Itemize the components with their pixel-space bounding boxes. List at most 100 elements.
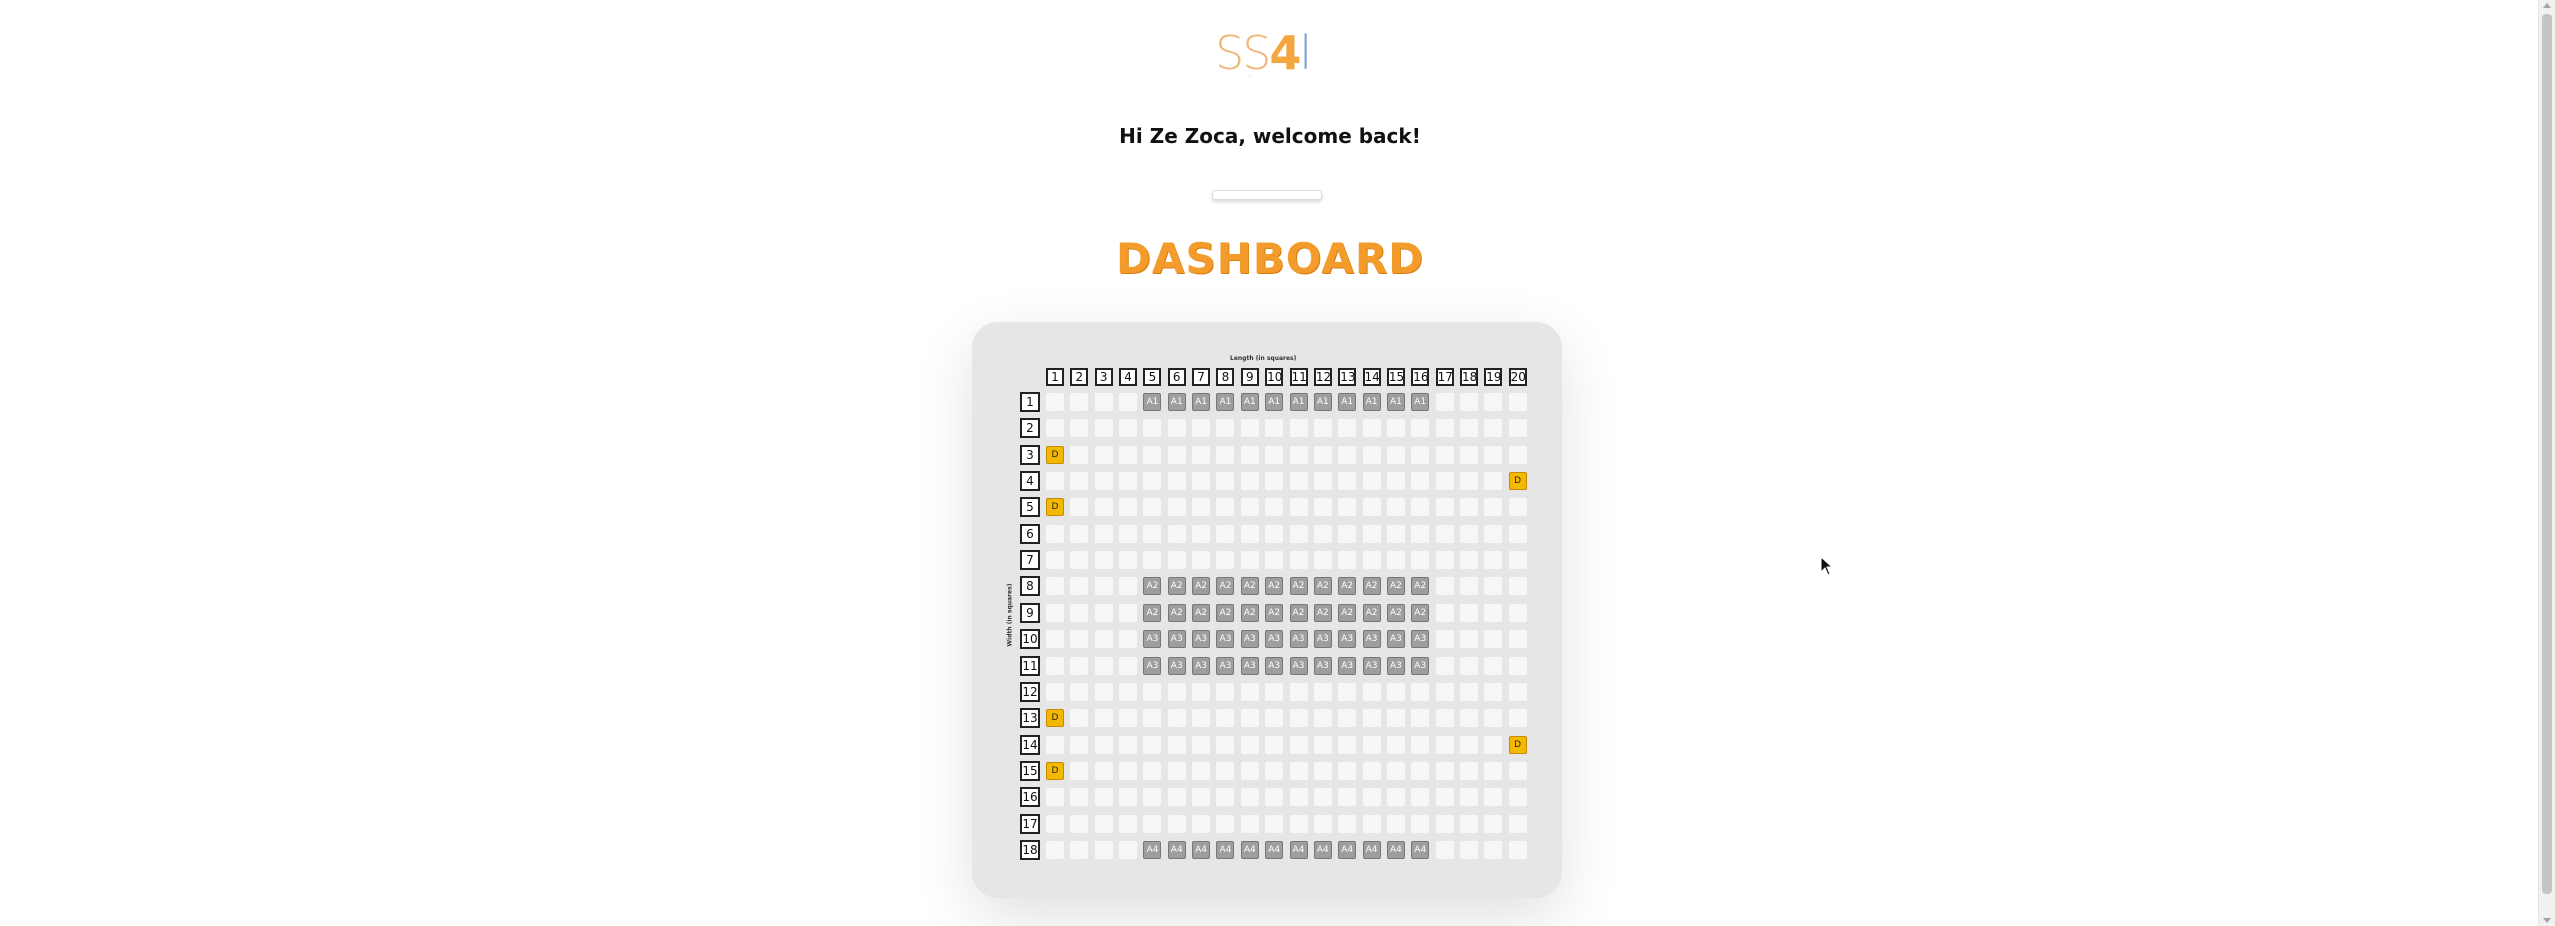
- grid-cell[interactable]: [1508, 814, 1527, 833]
- allocation-cell-a3[interactable]: A3: [1338, 630, 1357, 649]
- grid-cell[interactable]: [1070, 551, 1089, 570]
- allocation-cell-a3[interactable]: A3: [1362, 630, 1381, 649]
- grid-cell[interactable]: [1435, 577, 1454, 596]
- allocation-cell-a2[interactable]: A2: [1265, 603, 1284, 622]
- grid-cell[interactable]: [1119, 419, 1138, 438]
- grid-cell[interactable]: [1070, 445, 1089, 464]
- grid-cell[interactable]: [1362, 709, 1381, 728]
- grid-cell[interactable]: [1411, 498, 1430, 517]
- grid-cell[interactable]: [1411, 788, 1430, 807]
- grid-cell[interactable]: [1167, 682, 1186, 701]
- grid-cell[interactable]: [1484, 603, 1503, 622]
- grid-cell[interactable]: [1070, 524, 1089, 543]
- grid-cell[interactable]: [1119, 709, 1138, 728]
- grid-cell[interactable]: [1143, 498, 1162, 517]
- grid-cell[interactable]: [1240, 788, 1259, 807]
- grid-cell[interactable]: [1289, 814, 1308, 833]
- grid-cell[interactable]: [1484, 709, 1503, 728]
- grid-cell[interactable]: [1484, 577, 1503, 596]
- grid-cell[interactable]: [1070, 419, 1089, 438]
- scroll-up-arrow-icon[interactable]: [2543, 3, 2551, 8]
- grid-cell[interactable]: [1167, 709, 1186, 728]
- grid-cell[interactable]: [1143, 419, 1162, 438]
- grid-cell[interactable]: [1411, 814, 1430, 833]
- grid-cell[interactable]: [1459, 551, 1478, 570]
- grid-cell[interactable]: [1119, 393, 1138, 411]
- grid-cell[interactable]: [1143, 682, 1162, 701]
- grid-cell[interactable]: [1289, 788, 1308, 807]
- grid-cell[interactable]: [1435, 524, 1454, 543]
- grid-cell[interactable]: [1459, 761, 1478, 780]
- grid-cell[interactable]: [1143, 735, 1162, 754]
- grid-cell[interactable]: [1435, 603, 1454, 622]
- allocation-cell-a2[interactable]: A2: [1289, 603, 1308, 622]
- allocation-cell-a4[interactable]: A4: [1265, 840, 1284, 859]
- allocation-cell-a1[interactable]: A1: [1313, 393, 1332, 411]
- grid-cell[interactable]: [1313, 682, 1332, 701]
- grid-cell[interactable]: [1216, 498, 1235, 517]
- grid-cell[interactable]: [1167, 814, 1186, 833]
- grid-cell[interactable]: [1119, 551, 1138, 570]
- grid-cell[interactable]: [1046, 551, 1064, 570]
- allocation-cell-a3[interactable]: A3: [1192, 656, 1211, 675]
- grid-cell[interactable]: [1386, 814, 1405, 833]
- grid-cell[interactable]: [1240, 524, 1259, 543]
- grid-cell[interactable]: [1216, 682, 1235, 701]
- grid-cell[interactable]: [1119, 814, 1138, 833]
- door-cell[interactable]: D: [1046, 498, 1064, 517]
- allocation-cell-a4[interactable]: A4: [1216, 840, 1235, 859]
- grid-cell[interactable]: [1119, 735, 1138, 754]
- grid-cell[interactable]: [1362, 814, 1381, 833]
- allocation-cell-a1[interactable]: A1: [1143, 393, 1162, 411]
- grid-cell[interactable]: [1459, 840, 1478, 859]
- grid-cell[interactable]: [1119, 630, 1138, 649]
- grid-cell[interactable]: [1265, 524, 1284, 543]
- grid-cell[interactable]: [1362, 472, 1381, 491]
- grid-cell[interactable]: [1289, 735, 1308, 754]
- grid-cell[interactable]: [1265, 472, 1284, 491]
- grid-cell[interactable]: [1508, 445, 1527, 464]
- grid-cell[interactable]: [1094, 788, 1113, 807]
- scroll-down-arrow-icon[interactable]: [2543, 918, 2551, 923]
- grid-cell[interactable]: [1265, 682, 1284, 701]
- allocation-cell-a4[interactable]: A4: [1338, 840, 1357, 859]
- grid-cell[interactable]: [1435, 630, 1454, 649]
- allocation-cell-a1[interactable]: A1: [1289, 393, 1308, 411]
- grid-cell[interactable]: [1435, 709, 1454, 728]
- grid-cell[interactable]: [1411, 551, 1430, 570]
- grid-cell[interactable]: [1265, 788, 1284, 807]
- grid-cell[interactable]: [1386, 788, 1405, 807]
- grid-cell[interactable]: [1094, 814, 1113, 833]
- grid-cell[interactable]: [1508, 577, 1527, 596]
- allocation-cell-a3[interactable]: A3: [1338, 656, 1357, 675]
- grid-cell[interactable]: [1313, 761, 1332, 780]
- grid-cell[interactable]: [1459, 735, 1478, 754]
- allocation-cell-a2[interactable]: A2: [1338, 603, 1357, 622]
- allocation-cell-a2[interactable]: A2: [1265, 577, 1284, 596]
- allocation-cell-a4[interactable]: A4: [1313, 840, 1332, 859]
- grid-cell[interactable]: [1094, 551, 1113, 570]
- allocation-cell-a2[interactable]: A2: [1167, 603, 1186, 622]
- grid-cell[interactable]: [1435, 682, 1454, 701]
- grid-cell[interactable]: [1508, 498, 1527, 517]
- grid-cell[interactable]: [1119, 472, 1138, 491]
- grid-cell[interactable]: [1216, 788, 1235, 807]
- grid-cell[interactable]: [1216, 445, 1235, 464]
- grid-cell[interactable]: [1386, 709, 1405, 728]
- grid-cell[interactable]: [1046, 814, 1064, 833]
- grid-cell[interactable]: [1070, 788, 1089, 807]
- grid-cell[interactable]: [1046, 577, 1064, 596]
- grid-cell[interactable]: [1508, 709, 1527, 728]
- grid-cell[interactable]: [1289, 419, 1308, 438]
- grid-cell[interactable]: [1094, 577, 1113, 596]
- grid-cell[interactable]: [1265, 445, 1284, 464]
- allocation-cell-a3[interactable]: A3: [1240, 630, 1259, 649]
- allocation-cell-a3[interactable]: A3: [1167, 630, 1186, 649]
- grid-cell[interactable]: [1119, 603, 1138, 622]
- allocation-cell-a2[interactable]: A2: [1289, 577, 1308, 596]
- allocation-cell-a2[interactable]: A2: [1313, 603, 1332, 622]
- grid-cell[interactable]: [1167, 551, 1186, 570]
- grid-cell[interactable]: [1313, 419, 1332, 438]
- grid-cell[interactable]: [1046, 630, 1064, 649]
- grid-cell[interactable]: [1094, 393, 1113, 411]
